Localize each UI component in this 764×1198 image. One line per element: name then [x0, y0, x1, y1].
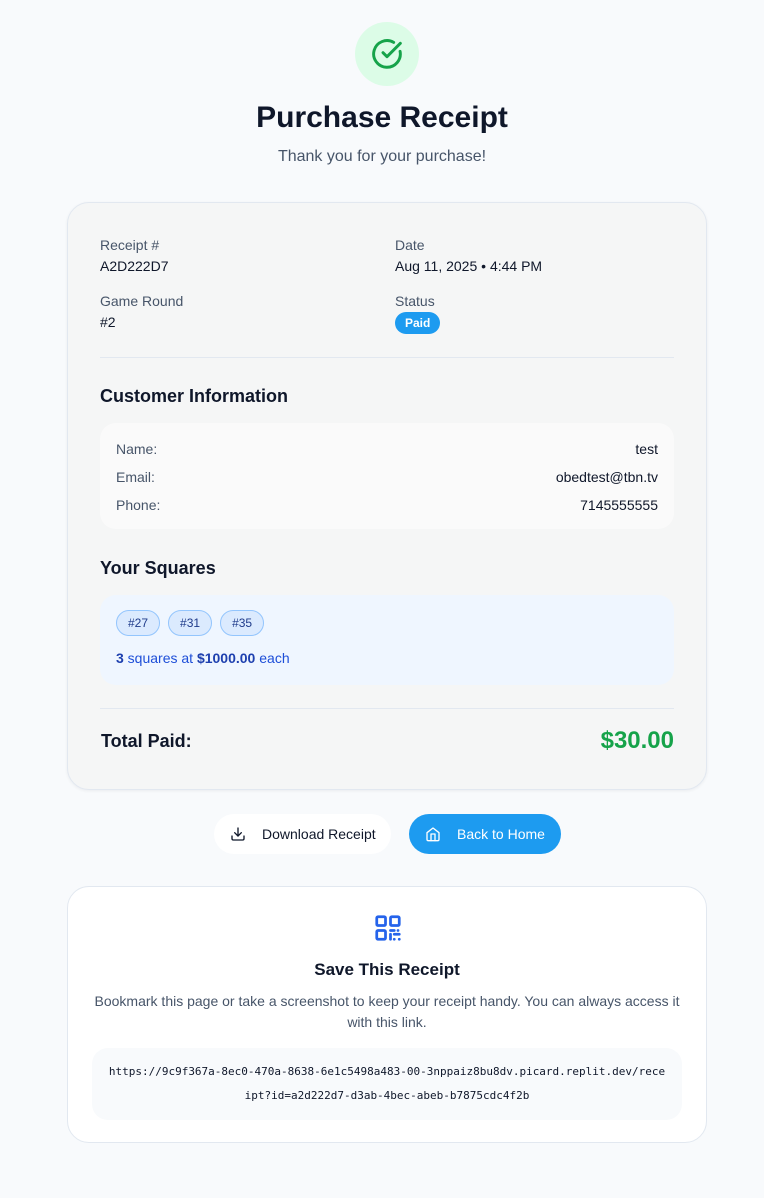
square-chip: #31 [168, 610, 213, 636]
page-subtitle: Thank you for your purchase! [277, 148, 487, 165]
game-round-label: Game Round [100, 293, 184, 309]
status-badge: Paid [395, 312, 441, 334]
total-paid-label: Total Paid: [101, 731, 192, 751]
square-chip-list: #27 #31 #35 [116, 610, 265, 636]
home-icon [425, 826, 441, 842]
qr-code-icon [375, 915, 401, 941]
receipt-number-value: A2D222D7 [100, 258, 169, 274]
back-to-home-button[interactable]: Back to Home [409, 814, 561, 854]
success-badge [355, 22, 419, 86]
square-price: $1000.00 [196, 650, 256, 666]
divider [100, 357, 674, 358]
customer-phone-label: Phone: [116, 497, 161, 513]
receipt-number-label: Receipt # [100, 237, 160, 253]
squares-summary-end: each [255, 650, 290, 666]
customer-phone-row: Phone: 7145555555 [116, 495, 658, 515]
date-value: Aug 11, 2025 • 4:44 PM [395, 258, 543, 274]
save-receipt-card: Save This Receipt Bookmark this page or … [67, 886, 707, 1143]
square-chip: #27 [116, 610, 161, 636]
page-title: Purchase Receipt [256, 101, 508, 134]
customer-name-label: Name: [116, 441, 158, 457]
customer-phone-value: 7145555555 [580, 497, 658, 513]
download-receipt-button[interactable]: Download Receipt [214, 814, 391, 854]
save-receipt-title: Save This Receipt [314, 960, 460, 979]
squares-box: #27 #31 #35 3 squares at $1000.00 each [100, 595, 674, 685]
total-paid-value: $30.00 [600, 727, 674, 754]
divider [100, 708, 674, 709]
status-label: Status [395, 293, 435, 309]
receipt-page: Purchase Receipt Thank you for your purc… [0, 0, 764, 1198]
square-chip: #35 [220, 610, 265, 636]
download-icon [230, 826, 246, 842]
date-label: Date [395, 237, 425, 253]
receipt-card: Receipt # A2D222D7 Date Aug 11, 2025 • 4… [67, 202, 707, 790]
download-receipt-label: Download Receipt [262, 826, 376, 842]
game-round-value: #2 [100, 314, 116, 330]
customer-info-box: Name: test Email: obedtest@tbn.tv Phone:… [100, 423, 674, 529]
save-receipt-text: Bookmark this page or take a screenshot … [94, 993, 680, 1030]
customer-name-row: Name: test [116, 439, 658, 459]
customer-info-title: Customer Information [100, 386, 289, 406]
squares-summary-mid: squares at [123, 650, 197, 666]
back-to-home-label: Back to Home [457, 826, 545, 842]
customer-name-value: test [635, 441, 658, 457]
customer-email-value: obedtest@tbn.tv [555, 469, 658, 485]
squares-summary: 3 squares at $1000.00 each [116, 650, 290, 666]
customer-email-label: Email: [116, 469, 155, 485]
squares-count: 3 [116, 650, 124, 666]
your-squares-title: Your Squares [100, 558, 216, 578]
check-circle-icon [372, 39, 402, 69]
receipt-link[interactable]: https://9c9f367a-8ec0-470a-8638-6e1c5498… [92, 1048, 682, 1120]
customer-email-row: Email: obedtest@tbn.tv [116, 467, 658, 487]
